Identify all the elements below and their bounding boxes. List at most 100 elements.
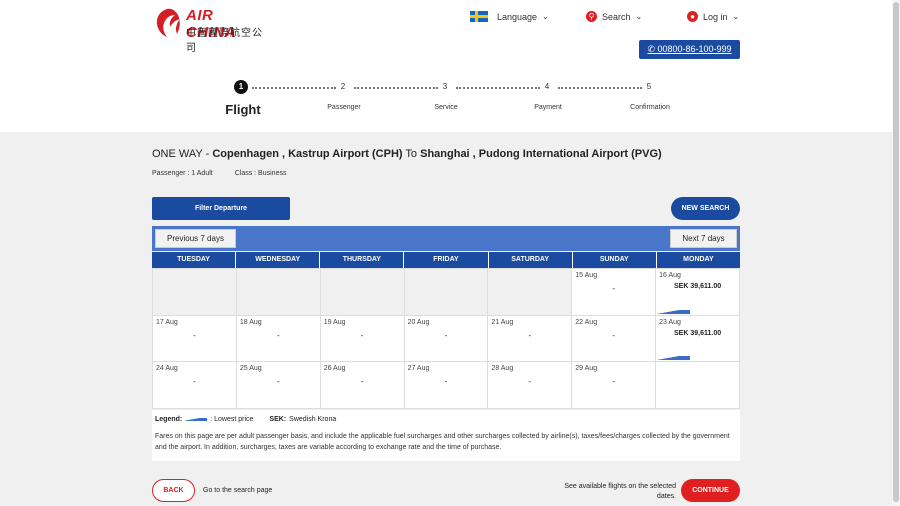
fare-notice: Fares on this page are per adult passeng… — [155, 433, 730, 451]
destination-airport: Shanghai , Pudong International Airport … — [420, 148, 662, 160]
step-1-label: Flight — [225, 102, 261, 117]
no-fare-dash: - — [360, 330, 364, 340]
step-2-label: Passenger — [327, 104, 361, 111]
route-to: To — [402, 148, 421, 160]
next-7-days-button[interactable]: Next 7 days — [670, 229, 737, 248]
language-selector[interactable]: Language ⌄ — [470, 11, 549, 22]
no-fare-dash: - — [276, 377, 280, 387]
calendar-day-cell — [153, 269, 236, 315]
weekday-label: THURSDAY — [320, 252, 404, 268]
fare-price: SEK 39,611.00 — [674, 329, 722, 337]
login-label: Log in — [703, 11, 728, 22]
step-divider — [456, 87, 540, 89]
calendar-date: 29 Aug — [575, 365, 598, 373]
calendar-date: 26 Aug — [323, 365, 346, 373]
calendar-day-cell[interactable]: 27 Aug - — [404, 362, 488, 408]
step-1-number: 1 — [234, 80, 248, 94]
phone-icon: ✆ — [647, 44, 655, 54]
language-label: Language — [497, 11, 538, 22]
weekday-label: SATURDAY — [488, 252, 572, 268]
legend-title: Legend: — [155, 416, 183, 423]
step-4-label: Payment — [534, 104, 562, 111]
no-fare-dash: - — [193, 330, 196, 340]
new-search-button[interactable]: NEW SEARCH — [671, 197, 740, 220]
calendar-day-cell[interactable]: 19 Aug - — [320, 315, 404, 362]
calendar-day-cell[interactable]: 29 Aug - — [572, 362, 656, 408]
calendar-date: 23 Aug — [659, 318, 681, 326]
site-header: AIR CHINA 中國國際航空公司 Language ⌄ ⚲ Search ⌄… — [0, 0, 892, 132]
previous-7-days-button[interactable]: Previous 7 days — [155, 229, 236, 248]
continue-button[interactable]: CONTINUE — [681, 479, 740, 502]
phone-button[interactable]: ✆ 00800-86-100-999 — [639, 40, 740, 59]
calendar-date: 25 Aug — [239, 365, 262, 373]
calendar-date: 21 Aug — [491, 318, 514, 326]
calendar-day-cell[interactable]: 20 Aug - — [404, 315, 488, 362]
calendar-day-cell — [320, 269, 404, 315]
route-separator: - — [202, 148, 213, 160]
chevron-down-icon: ⌄ — [635, 12, 643, 21]
calendar-day-cell[interactable]: 15 Aug - — [572, 269, 656, 315]
calendar-date: 24 Aug — [156, 365, 178, 373]
calendar-day-cell[interactable]: 18 Aug - — [236, 315, 320, 362]
step-4-number: 4 — [544, 82, 550, 91]
no-fare-dash: - — [612, 377, 616, 387]
calendar-date: 22 Aug — [575, 318, 598, 326]
phoenix-logo-icon — [156, 8, 180, 37]
step-5-label: Confirmation — [630, 104, 670, 111]
calendar-day-cell[interactable]: 22 Aug - — [572, 315, 656, 362]
calendar-day-cell[interactable]: 26 Aug - — [320, 362, 404, 408]
search-label: Search — [602, 11, 631, 22]
step-divider — [252, 87, 336, 89]
calendar-day-cell[interactable]: 25 Aug - — [236, 362, 320, 408]
step-divider — [558, 87, 642, 89]
calendar-date: 18 Aug — [239, 318, 262, 326]
calendar-day-cell[interactable]: 23 Aug SEK 39,611.00 — [656, 315, 739, 362]
login-menu[interactable]: ● Log in ⌄ — [687, 11, 739, 22]
weekday-label: FRIDAY — [404, 252, 488, 268]
calendar-date: 19 Aug — [323, 318, 346, 326]
step-3-number: 3 — [442, 82, 448, 91]
back-hint: Go to the search page — [203, 487, 273, 494]
calendar-day-cell[interactable]: 24 Aug - — [153, 362, 236, 408]
calendar-day-cell[interactable]: 17 Aug - — [153, 315, 236, 362]
calendar-day-cell[interactable]: 28 Aug - — [488, 362, 572, 408]
step-3-label: Service — [434, 104, 458, 111]
lowest-price-swatch — [185, 418, 208, 421]
air-china-logo[interactable]: AIR CHINA 中國國際航空公司 — [152, 6, 264, 54]
phone-number: 00800-86-100-999 — [657, 44, 732, 54]
step-divider — [354, 87, 438, 89]
calendar-day-cell — [236, 269, 320, 315]
legend-panel: Legend: : Lowest price SEK: Swedish Kron… — [152, 410, 740, 461]
no-fare-dash: - — [528, 330, 532, 340]
calendar-day-cell — [404, 269, 488, 315]
weekday-header: TUESDAY WEDNESDAY THURSDAY FRIDAY SATURD… — [152, 252, 740, 268]
search-menu[interactable]: ⚲ Search ⌄ — [586, 11, 642, 22]
calendar-day-cell[interactable]: 21 Aug - — [488, 315, 572, 362]
no-fare-dash: - — [612, 330, 616, 340]
step-5-number: 5 — [646, 82, 652, 91]
calendar-day-cell[interactable]: 16 Aug SEK 39,611.00 — [656, 269, 739, 315]
lowest-price-marker — [656, 356, 691, 361]
no-fare-dash: - — [360, 377, 364, 387]
legend: Legend: : Lowest price SEK: Swedish Kron… — [155, 416, 336, 423]
calendar-date: 15 Aug — [575, 272, 598, 279]
no-fare-dash: - — [193, 377, 196, 387]
weekday-label: TUESDAY — [152, 252, 236, 268]
legend-currency-name: Swedish Krona — [289, 416, 337, 423]
no-fare-dash: - — [444, 377, 448, 387]
sweden-flag-icon — [470, 11, 488, 22]
scrollbar-thumb[interactable] — [893, 2, 899, 502]
fare-price: SEK 39,611.00 — [674, 283, 722, 290]
weekday-label: WEDNESDAY — [236, 252, 320, 268]
no-fare-dash: - — [276, 330, 280, 340]
fare-calendar: 15 Aug - 16 Aug SEK 39,611.00 17 Aug - 18 Aug -… — [152, 268, 740, 409]
chevron-down-icon: ⌄ — [542, 12, 549, 21]
step-2-number: 2 — [340, 82, 346, 91]
chevron-down-icon: ⌄ — [732, 12, 740, 21]
filter-departure-button[interactable]: Filter Departure — [152, 197, 290, 220]
page-scrollbar[interactable] — [892, 0, 900, 506]
legend-currency-code: SEK: — [269, 416, 287, 423]
route-title: ONE WAY - Copenhagen , Kastrup Airport (… — [152, 148, 662, 160]
calendar-date: 20 Aug — [407, 318, 430, 326]
back-button[interactable]: BACK — [152, 479, 195, 502]
